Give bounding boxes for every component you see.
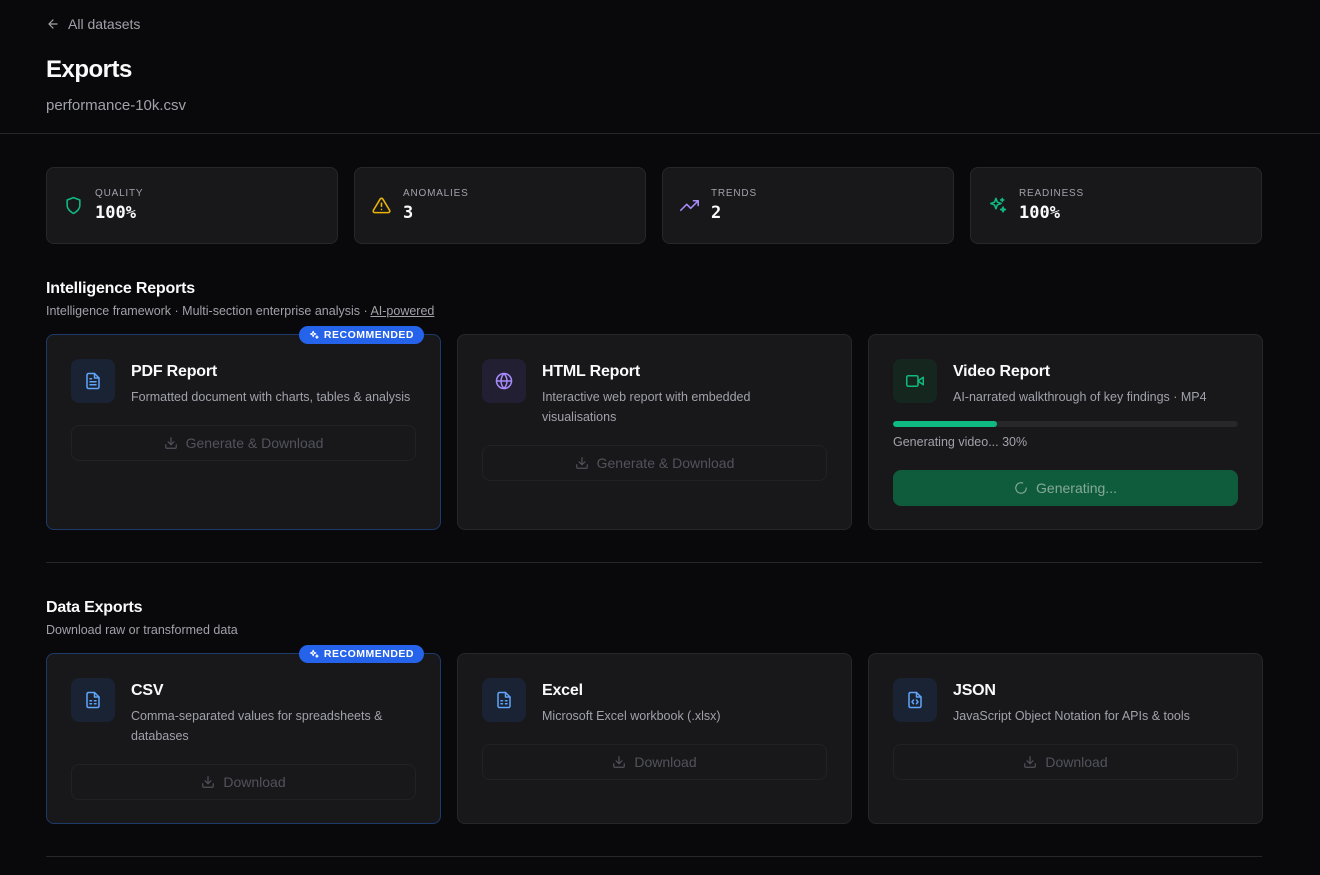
stat-value: 100% [1019,203,1060,223]
badge-label: RECOMMENDED [323,648,414,660]
download-icon [1024,756,1037,768]
page-title: Exports [46,56,132,83]
data-exports-section: Data Exports Download raw or transformed… [46,599,1262,637]
arrow-left-icon [48,19,58,29]
page-header: All datasets Exports performance-10k.csv [0,0,1320,134]
trending-up-icon [679,196,699,216]
card-description: Interactive web report with embedded vis… [542,390,751,424]
download-button[interactable]: Download [71,764,416,800]
card-description: Formatted document with charts, tables &… [131,390,411,404]
progress-fill [893,421,997,427]
card-description: AI-narrated walkthrough of key findings … [953,390,1207,404]
card-description: JavaScript Object Notation for APIs & to… [953,709,1190,723]
code-file-icon [893,678,937,722]
section-title: Intelligence Reports [46,280,195,297]
stat-value: 2 [711,203,722,223]
button-label: Download [634,754,697,770]
video-progress-bar [893,421,1238,427]
stat-label: ANOMALIES [403,188,469,199]
video-report-card: Video Report AI-narrated walkthrough of … [868,334,1263,530]
section-description: Intelligence framework · Multi-section e… [46,304,1262,318]
section-title: Data Exports [46,599,143,616]
dataset-filename: performance-10k.csv [46,97,187,114]
json-card: JSON JavaScript Object Notation for APIs… [868,653,1263,824]
stat-label: TRENDS [711,188,757,199]
shield-icon [63,196,83,216]
section-divider [46,562,1262,563]
html-report-card: HTML Report Interactive web report with … [457,334,852,530]
progress-text: Generating video... 30% [893,435,1028,449]
sparkles-icon [309,330,319,339]
spreadsheet-icon [482,678,526,722]
section-description: Download raw or transformed data [46,623,238,637]
card-title: Excel [542,682,583,699]
spreadsheet-icon [71,678,115,722]
button-label: Generate & Download [596,455,735,471]
download-icon [575,457,588,469]
excel-card: Excel Microsoft Excel workbook (.xlsx) D… [457,653,852,824]
generate-download-button[interactable]: Generate & Download [71,425,416,461]
card-title: JSON [953,682,996,699]
stat-trends: TRENDS 2 [662,167,954,244]
button-label: Download [1045,754,1108,770]
csv-card: RECOMMENDED CSV Comma-separated values f… [46,645,441,824]
stat-value: 100% [95,203,136,223]
button-label: Generate & Download [185,435,324,451]
card-title: PDF Report [131,363,218,380]
stat-quality: QUALITY 100% [46,167,338,244]
download-icon [613,756,626,768]
download-button[interactable]: Download [482,744,827,780]
document-icon [71,359,115,403]
intelligence-reports-section: Intelligence Reports Intelligence framew… [46,280,1262,318]
badge-label: RECOMMENDED [323,329,414,341]
back-link[interactable]: All datasets [46,16,1274,32]
download-icon [202,776,215,788]
button-label: Download [223,774,286,790]
video-icon [893,359,937,403]
download-button[interactable]: Download [893,744,1238,780]
spinner-icon [1015,482,1027,494]
stat-value: 3 [403,203,414,223]
generating-button[interactable]: Generating... [893,470,1238,506]
stats-row: QUALITY 100% ANOMALIES 3 TRENDS 2 READIN… [46,167,1262,244]
generate-download-button[interactable]: Generate & Download [482,445,827,481]
back-link-label: All datasets [68,16,141,32]
card-description: Comma-separated values for spreadsheets … [131,709,383,743]
sparkles-icon [309,649,319,658]
warning-icon [371,196,391,216]
button-label: Generating... [1036,480,1117,496]
sparkles-icon [987,196,1007,216]
stat-anomalies: ANOMALIES 3 [354,167,646,244]
pdf-report-card: RECOMMENDED PDF Report Formatted documen… [46,326,441,530]
card-description: Microsoft Excel workbook (.xlsx) [542,709,721,723]
stat-label: QUALITY [95,188,144,199]
stat-label: READINESS [1019,188,1084,199]
download-icon [164,437,177,449]
section-description-text: Intelligence framework · Multi-section e… [46,304,371,318]
intelligence-cards: RECOMMENDED PDF Report Formatted documen… [46,326,1263,530]
globe-icon [482,359,526,403]
recommended-badge: RECOMMENDED [298,645,424,663]
stat-readiness: READINESS 100% [970,167,1262,244]
card-title: CSV [131,682,164,699]
card-title: HTML Report [542,363,640,380]
section-divider [46,856,1262,857]
data-export-cards: RECOMMENDED CSV Comma-separated values f… [46,645,1263,824]
card-title: Video Report [953,363,1050,380]
ai-powered-link[interactable]: AI-powered [370,304,434,318]
recommended-badge: RECOMMENDED [298,326,424,344]
